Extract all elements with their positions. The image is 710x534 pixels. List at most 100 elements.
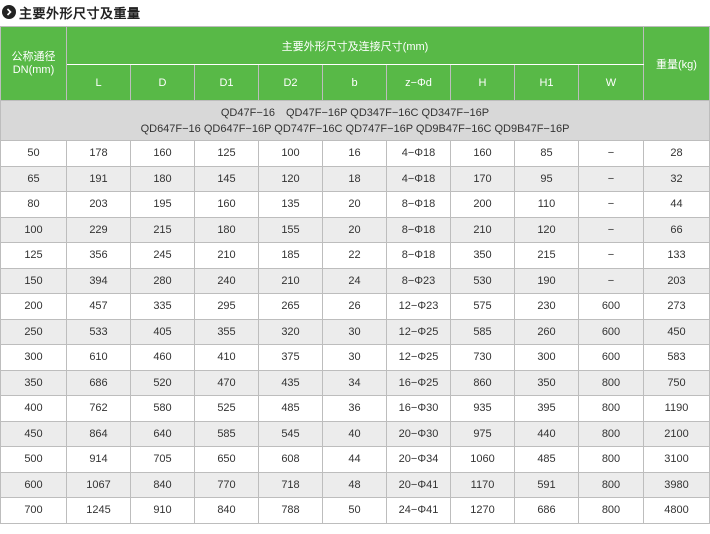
table-row: 50 178 160 125 100 16 4−Φ18 160 85−28 — [0, 140, 710, 167]
table-cell: 460 — [130, 344, 195, 371]
table-cell: 800 — [578, 471, 644, 498]
table-cell: 500 — [0, 446, 67, 473]
header-dimensions-group: 主要外形尺寸及连接尺寸(mm) — [66, 26, 644, 65]
table-cell: 265 — [258, 293, 323, 320]
table-cell: 355 — [194, 318, 259, 345]
table-cell: 485 — [514, 446, 579, 473]
header-col-3: D2 — [258, 64, 323, 101]
table-cell: 40 — [322, 420, 387, 447]
table-cell: 840 — [130, 471, 195, 498]
table-cell: 350 — [514, 369, 579, 396]
table-cell: 195 — [130, 191, 195, 218]
table-cell: 320 — [258, 318, 323, 345]
table-cell: 583 — [643, 344, 710, 371]
header-dn: 公称通径 DN(mm) — [0, 26, 67, 101]
header-col-7: H1 — [514, 64, 579, 101]
table-cell: 100 — [0, 216, 67, 243]
table-cell: 200 — [450, 191, 515, 218]
table-cell: 125 — [194, 140, 259, 167]
table-cell: 8−Φ18 — [386, 216, 451, 243]
table-cell: 20−Φ34 — [386, 446, 451, 473]
table-cell: 260 — [514, 318, 579, 345]
table-cell: 28 — [643, 140, 710, 167]
table-cell: 914 — [66, 446, 131, 473]
table-cell: 585 — [450, 318, 515, 345]
table-row: 250 533 405 355 320 30 12−Φ25 585 260 600 450 — [0, 318, 710, 345]
table-cell: 335 — [130, 293, 195, 320]
table-cell: 110 — [514, 191, 579, 218]
table-cell: 16−Φ30 — [386, 395, 451, 422]
table-cell: 215 — [514, 242, 579, 269]
table-cell: 591 — [514, 471, 579, 498]
table-cell: 686 — [514, 497, 579, 524]
table-cell: 150 — [0, 267, 67, 294]
table-cell: − — [578, 140, 644, 167]
table-cell: 405 — [130, 318, 195, 345]
table-cell: 133 — [643, 242, 710, 269]
header-col-0: L — [66, 64, 131, 101]
table-cell: 1060 — [450, 446, 515, 473]
header-dn-line2: DN(mm) — [12, 63, 55, 76]
table-cell: 180 — [130, 165, 195, 192]
table-cell: 4−Φ18 — [386, 140, 451, 167]
table-cell: 485 — [258, 395, 323, 422]
header-col-5: z−Φd — [386, 64, 451, 101]
table-row: 150 394 280 240 210 24 8−Φ23 530 190−203 — [0, 267, 710, 294]
table-cell: 135 — [258, 191, 323, 218]
table-cell: 718 — [258, 471, 323, 498]
table-cell: 210 — [450, 216, 515, 243]
table-cell: 8−Φ18 — [386, 242, 451, 269]
table-cell: 1067 — [66, 471, 131, 498]
table-cell: 840 — [194, 497, 259, 524]
table-cell: 210 — [258, 267, 323, 294]
table-row: 600 1067 840 770 718 48 20−Φ41 1170 591 800 3980 — [0, 471, 710, 498]
table-cell: 3980 — [643, 471, 710, 498]
table-row: 500 914 705 650 608 44 20−Φ34 1060 485 800 3100 — [0, 446, 710, 473]
table-cell: 95 — [514, 165, 579, 192]
table-cell: 600 — [578, 344, 644, 371]
table-cell: 180 — [194, 216, 259, 243]
table-cell: 100 — [258, 140, 323, 167]
table-cell: 145 — [194, 165, 259, 192]
table-cell: 20 — [322, 191, 387, 218]
table-cell: 155 — [258, 216, 323, 243]
table-cell: 203 — [66, 191, 131, 218]
table-cell: 860 — [450, 369, 515, 396]
table-cell: 20−Φ41 — [386, 471, 451, 498]
table-cell: 120 — [514, 216, 579, 243]
table-cell: 32 — [643, 165, 710, 192]
table-cell: 394 — [66, 267, 131, 294]
table-cell: 120 — [258, 165, 323, 192]
table-cell: 608 — [258, 446, 323, 473]
table-cell: 12−Φ25 — [386, 318, 451, 345]
table-cell: 2100 — [643, 420, 710, 447]
table-cell: 356 — [66, 242, 131, 269]
table-cell: 800 — [578, 446, 644, 473]
table-cell: 3100 — [643, 446, 710, 473]
table-cell: 48 — [322, 471, 387, 498]
table-cell: 20 — [322, 216, 387, 243]
table-cell: 585 — [194, 420, 259, 447]
table-cell: 375 — [258, 344, 323, 371]
table-cell: 640 — [130, 420, 195, 447]
table-cell: 910 — [130, 497, 195, 524]
table-cell: 4−Φ18 — [386, 165, 451, 192]
table-cell: 160 — [130, 140, 195, 167]
table-cell: 300 — [0, 344, 67, 371]
table-cell: 545 — [258, 420, 323, 447]
table-cell: 650 — [194, 446, 259, 473]
table-cell: 215 — [130, 216, 195, 243]
table-cell: 935 — [450, 395, 515, 422]
table-cell: 700 — [0, 497, 67, 524]
table-cell: 600 — [0, 471, 67, 498]
table-cell: 800 — [578, 395, 644, 422]
table-cell: 1170 — [450, 471, 515, 498]
table-row: 65 191 180 145 120 18 4−Φ18 170 95−32 — [0, 165, 710, 192]
table-cell: 34 — [322, 369, 387, 396]
table-cell: 24 — [322, 267, 387, 294]
chevron-right-icon — [2, 5, 16, 19]
table-cell: 4800 — [643, 497, 710, 524]
table-cell: − — [578, 191, 644, 218]
table-cell: 600 — [578, 293, 644, 320]
table-row: 200 457 335 295 265 26 12−Φ23 575 230 600 273 — [0, 293, 710, 320]
